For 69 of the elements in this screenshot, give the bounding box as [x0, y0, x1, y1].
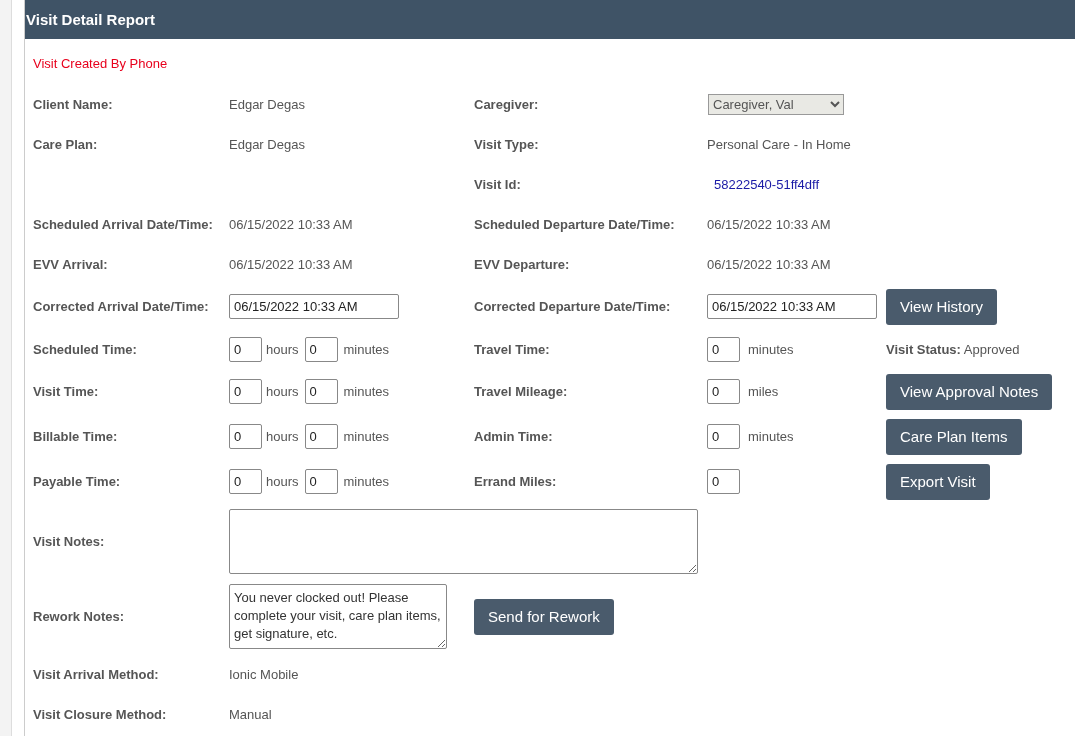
date-time-field[interactable]: 06/15/2022 10:33 AM — [229, 294, 399, 319]
field-label: Travel Mileage: — [474, 384, 568, 399]
field-value: Ionic Mobile — [229, 666, 299, 682]
field-value: Personal Care - In Home — [707, 136, 851, 152]
field-label: Travel Time: — [474, 341, 550, 357]
hours-field[interactable]: 0 — [229, 336, 262, 362]
field-label: Client Name: — [33, 96, 113, 112]
caregiver-select[interactable]: Caregiver, Val — [708, 93, 844, 115]
alert-text: Visit Created By Phone — [33, 55, 169, 73]
hours-field[interactable]: 0 — [229, 379, 262, 404]
unit-label: minutes — [343, 384, 390, 399]
unit-label: hours — [266, 429, 299, 444]
field-label: Visit Arrival Method: — [33, 666, 159, 682]
unit-label: miles — [748, 384, 779, 399]
action-button[interactable]: View Approval Notes — [886, 373, 1053, 410]
field-label: Admin Time: — [474, 429, 553, 444]
field-label: Rework Notes: — [33, 609, 125, 624]
number-field[interactable]: 0 — [707, 424, 740, 449]
field-label: EVV Departure: — [474, 256, 570, 272]
field-label: Visit Type: — [474, 136, 539, 152]
field-value: 06/15/2022 10:33 AM — [229, 216, 353, 232]
field-label: Care Plan: — [33, 136, 98, 152]
field-label: Billable Time: — [33, 429, 118, 444]
unit-label: minutes — [748, 429, 794, 444]
field-label: Caregiver: — [474, 96, 539, 112]
field-value: 06/15/2022 10:33 AM — [229, 256, 353, 272]
field-label: Corrected Arrival Date/Time: — [33, 299, 209, 314]
field-label: Visit Closure Method: — [33, 706, 167, 722]
hours-field[interactable]: 0 — [229, 424, 262, 449]
field-label: Visit Notes: — [33, 534, 105, 549]
visit-status: Visit Status: Approved — [886, 341, 1020, 357]
number-field[interactable]: 0 — [707, 469, 740, 494]
field-label: EVV Arrival: — [33, 256, 108, 272]
unit-label: minutes — [343, 341, 390, 357]
unit-label: hours — [266, 341, 299, 357]
field-label: Visit Time: — [33, 384, 99, 399]
field-value: 06/15/2022 10:33 AM — [707, 216, 831, 232]
field-value: Manual — [229, 706, 272, 722]
action-button[interactable]: Export Visit — [886, 463, 990, 500]
number-field[interactable]: 0 — [707, 379, 740, 404]
field-label: Visit Id: — [474, 176, 521, 192]
field-value: Edgar Degas — [229, 96, 305, 112]
action-button[interactable]: View History — [886, 288, 998, 325]
unit-label: minutes — [343, 429, 390, 444]
field-label: Errand Miles: — [474, 474, 557, 489]
minutes-field[interactable]: 0 — [304, 424, 338, 449]
field-value: Edgar Degas — [229, 136, 305, 152]
minutes-field[interactable]: 0 — [304, 469, 338, 494]
field-label: Scheduled Departure Date/Time: — [474, 216, 675, 232]
visit-id: 58222540-51ff4dff — [713, 176, 820, 192]
notes-field[interactable]: You never clocked out! Please complete your visit, care plan items, get signature, etc. — [229, 584, 447, 649]
hours-field[interactable]: 0 — [229, 469, 262, 494]
minutes-field[interactable]: 0 — [304, 336, 338, 362]
action-button[interactable]: Care Plan Items — [886, 418, 1022, 455]
field-label: Scheduled Arrival Date/Time: — [33, 216, 213, 232]
field-label: Payable Time: — [33, 474, 121, 489]
date-time-field[interactable]: 06/15/2022 10:33 AM — [707, 294, 877, 319]
unit-label: minutes — [748, 341, 794, 357]
unit-label: minutes — [343, 474, 390, 489]
minutes-field[interactable]: 0 — [304, 379, 338, 404]
report-title: Visit Detail Report — [26, 11, 155, 28]
number-field[interactable]: 0 — [707, 336, 740, 362]
unit-label: hours — [266, 384, 299, 399]
unit-label: hours — [266, 474, 299, 489]
field-label: Scheduled Time: — [33, 341, 137, 357]
notes-field[interactable] — [229, 509, 698, 574]
field-label: Corrected Departure Date/Time: — [474, 299, 671, 314]
field-value: 06/15/2022 10:33 AM — [707, 256, 831, 272]
action-button[interactable]: Send for Rework — [474, 598, 614, 635]
